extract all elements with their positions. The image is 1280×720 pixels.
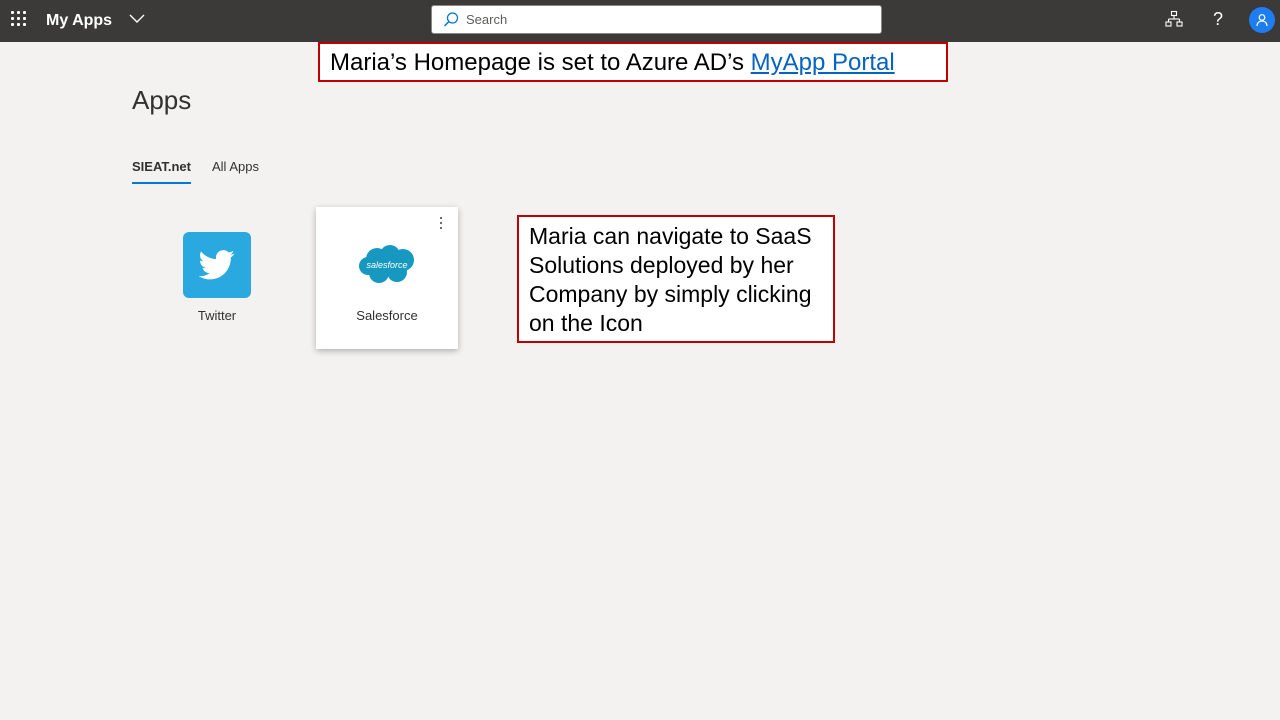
app-title: My Apps xyxy=(46,12,113,29)
chevron-down-icon[interactable] xyxy=(128,10,146,28)
search-input[interactable] xyxy=(466,9,846,30)
top-nav-bar: My Apps ? xyxy=(0,0,1280,42)
help-icon[interactable]: ? xyxy=(1209,8,1227,30)
app-tile-salesforce[interactable]: salesforce Salesforce xyxy=(316,207,458,349)
organization-icon[interactable] xyxy=(1165,10,1183,28)
user-icon xyxy=(1256,14,1268,27)
search-box[interactable] xyxy=(431,5,882,34)
twitter-bird-icon xyxy=(199,250,235,280)
annotation-homepage-callout: Maria’s Homepage is set to Azure AD’s My… xyxy=(318,42,948,82)
app-tile-twitter[interactable]: Twitter xyxy=(146,207,288,349)
app-name-salesforce: Salesforce xyxy=(356,308,418,323)
avatar[interactable] xyxy=(1249,7,1275,33)
app-name-twitter: Twitter xyxy=(197,308,237,323)
annotation-homepage-text: Maria’s Homepage is set to Azure AD’s xyxy=(330,49,751,76)
salesforce-cloud-icon: salesforce xyxy=(359,245,414,283)
app-launcher-icon[interactable] xyxy=(11,11,27,27)
more-options-icon[interactable] xyxy=(436,214,446,232)
twitter-logo xyxy=(183,232,251,298)
page-title: Apps xyxy=(132,85,192,115)
salesforce-logo: salesforce xyxy=(353,232,421,298)
myapp-portal-link[interactable]: MyApp Portal xyxy=(751,49,895,76)
annotation-navigation-callout: Maria can navigate to SaaS Solutions dep… xyxy=(517,215,835,343)
salesforce-logo-text: salesforce xyxy=(366,260,407,270)
tab-sieat-net[interactable]: SIEAT.net xyxy=(132,158,191,186)
tab-all-apps[interactable]: All Apps xyxy=(212,158,259,186)
search-icon xyxy=(443,11,459,27)
